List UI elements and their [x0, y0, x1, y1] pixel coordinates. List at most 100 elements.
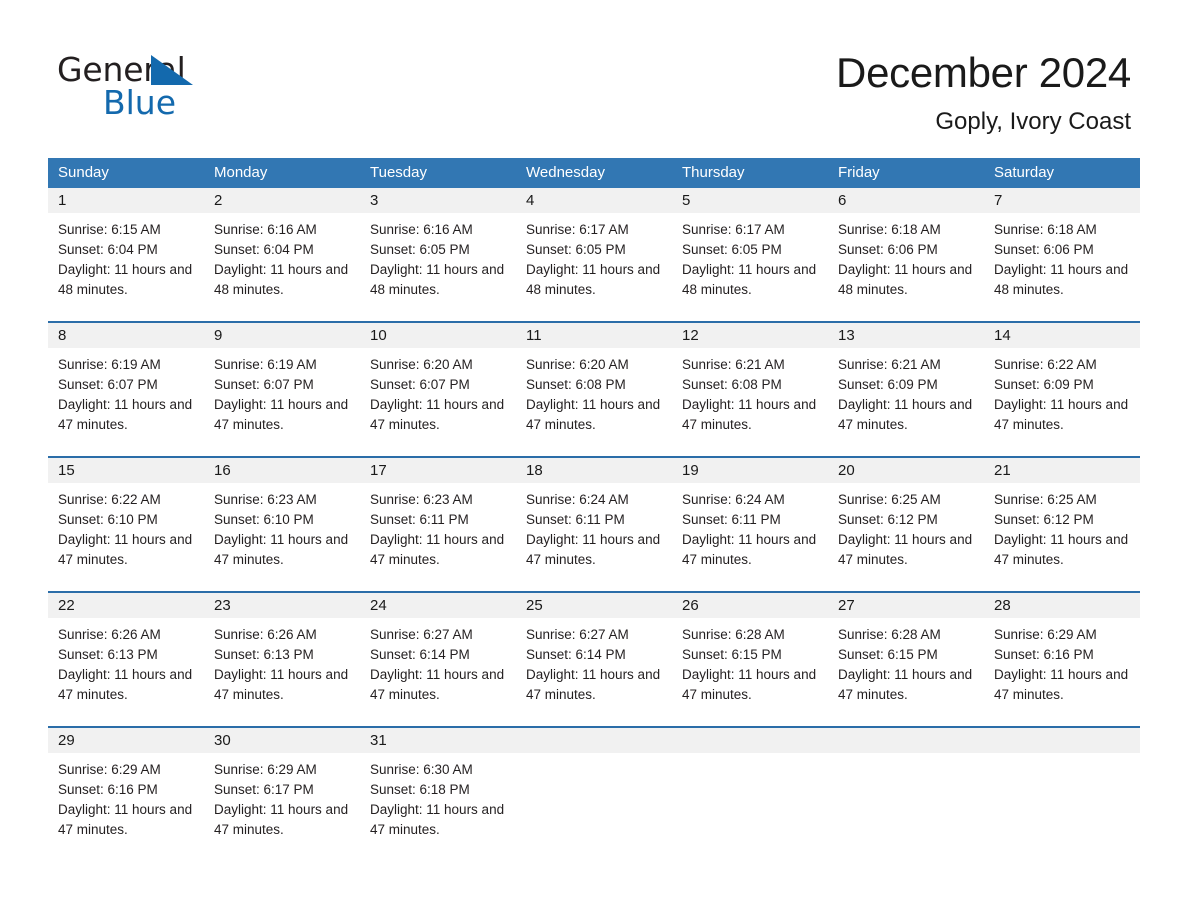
day-cell[interactable]: 19 Sunrise: 6:24 AM Sunset: 6:11 PM Dayl… [672, 458, 828, 591]
weekday-header-friday: Friday [838, 164, 880, 181]
day-number-band [672, 728, 828, 753]
day-cell[interactable]: 14 Sunrise: 6:22 AM Sunset: 6:09 PM Dayl… [984, 323, 1140, 456]
day-details: Sunrise: 6:16 AM Sunset: 6:04 PM Dayligh… [204, 213, 360, 300]
sunset-text: Sunset: 6:17 PM [214, 782, 314, 797]
sunrise-text: Sunrise: 6:20 AM [526, 357, 629, 372]
day-cell[interactable]: 4 Sunrise: 6:17 AM Sunset: 6:05 PM Dayli… [516, 188, 672, 321]
daylight-text: Daylight: 11 hours and 47 minutes. [58, 802, 193, 837]
sunrise-text: Sunrise: 6:29 AM [994, 627, 1097, 642]
day-details: Sunrise: 6:23 AM Sunset: 6:10 PM Dayligh… [204, 483, 360, 570]
weekday-header-row: Sunday Monday Tuesday Wednesday Thursday… [48, 158, 1140, 188]
daylight-text: Daylight: 11 hours and 47 minutes. [682, 532, 817, 567]
day-number: 28 [994, 597, 1011, 614]
daylight-text: Daylight: 11 hours and 47 minutes. [838, 397, 973, 432]
day-number: 12 [682, 327, 699, 344]
sunset-text: Sunset: 6:07 PM [58, 377, 158, 392]
day-cell[interactable]: 11 Sunrise: 6:20 AM Sunset: 6:08 PM Dayl… [516, 323, 672, 456]
sunrise-text: Sunrise: 6:27 AM [370, 627, 473, 642]
day-number-band: 23 [204, 593, 360, 618]
day-number-band: 2 [204, 188, 360, 213]
sunrise-text: Sunrise: 6:25 AM [994, 492, 1097, 507]
day-number: 5 [682, 192, 691, 209]
day-cell[interactable]: 17 Sunrise: 6:23 AM Sunset: 6:11 PM Dayl… [360, 458, 516, 591]
day-cell[interactable]: 28 Sunrise: 6:29 AM Sunset: 6:16 PM Dayl… [984, 593, 1140, 726]
sunset-text: Sunset: 6:08 PM [682, 377, 782, 392]
day-details: Sunrise: 6:29 AM Sunset: 6:16 PM Dayligh… [48, 753, 204, 840]
day-cell[interactable]: 6 Sunrise: 6:18 AM Sunset: 6:06 PM Dayli… [828, 188, 984, 321]
logo-text-blue: Blue [103, 83, 177, 122]
day-cell[interactable]: 15 Sunrise: 6:22 AM Sunset: 6:10 PM Dayl… [48, 458, 204, 591]
daylight-text: Daylight: 11 hours and 47 minutes. [994, 667, 1129, 702]
daylight-text: Daylight: 11 hours and 47 minutes. [370, 667, 505, 702]
day-cell[interactable]: 20 Sunrise: 6:25 AM Sunset: 6:12 PM Dayl… [828, 458, 984, 591]
day-cell[interactable]: 26 Sunrise: 6:28 AM Sunset: 6:15 PM Dayl… [672, 593, 828, 726]
day-cell[interactable]: 9 Sunrise: 6:19 AM Sunset: 6:07 PM Dayli… [204, 323, 360, 456]
day-number-band: 4 [516, 188, 672, 213]
daylight-text: Daylight: 11 hours and 48 minutes. [994, 262, 1129, 297]
day-number-band: 13 [828, 323, 984, 348]
daylight-text: Daylight: 11 hours and 47 minutes. [838, 532, 973, 567]
general-blue-logo[interactable]: General Blue [57, 52, 357, 122]
day-number: 17 [370, 462, 387, 479]
day-number-band: 19 [672, 458, 828, 483]
daylight-text: Daylight: 11 hours and 48 minutes. [58, 262, 193, 297]
day-number-band: 3 [360, 188, 516, 213]
sunrise-text: Sunrise: 6:21 AM [838, 357, 941, 372]
sunrise-text: Sunrise: 6:17 AM [526, 222, 629, 237]
day-cell[interactable]: 18 Sunrise: 6:24 AM Sunset: 6:11 PM Dayl… [516, 458, 672, 591]
day-cell[interactable]: 31 Sunrise: 6:30 AM Sunset: 6:18 PM Dayl… [360, 728, 516, 856]
day-cell[interactable]: 16 Sunrise: 6:23 AM Sunset: 6:10 PM Dayl… [204, 458, 360, 591]
weekday-header-sunday: Sunday [58, 164, 109, 181]
sunset-text: Sunset: 6:09 PM [994, 377, 1094, 392]
day-cell-empty [516, 728, 672, 856]
day-cell[interactable]: 8 Sunrise: 6:19 AM Sunset: 6:07 PM Dayli… [48, 323, 204, 456]
day-number-band: 21 [984, 458, 1140, 483]
sunset-text: Sunset: 6:04 PM [58, 242, 158, 257]
day-number: 18 [526, 462, 543, 479]
day-number: 31 [370, 732, 387, 749]
day-details: Sunrise: 6:17 AM Sunset: 6:05 PM Dayligh… [516, 213, 672, 300]
day-cell[interactable]: 24 Sunrise: 6:27 AM Sunset: 6:14 PM Dayl… [360, 593, 516, 726]
daylight-text: Daylight: 11 hours and 47 minutes. [526, 667, 661, 702]
day-cell[interactable]: 27 Sunrise: 6:28 AM Sunset: 6:15 PM Dayl… [828, 593, 984, 726]
sunset-text: Sunset: 6:05 PM [682, 242, 782, 257]
day-number-band: 8 [48, 323, 204, 348]
day-cell[interactable]: 21 Sunrise: 6:25 AM Sunset: 6:12 PM Dayl… [984, 458, 1140, 591]
day-cell[interactable]: 13 Sunrise: 6:21 AM Sunset: 6:09 PM Dayl… [828, 323, 984, 456]
day-cell[interactable]: 25 Sunrise: 6:27 AM Sunset: 6:14 PM Dayl… [516, 593, 672, 726]
sunset-text: Sunset: 6:12 PM [838, 512, 938, 527]
day-number: 24 [370, 597, 387, 614]
week-row: 1 Sunrise: 6:15 AM Sunset: 6:04 PM Dayli… [48, 188, 1140, 321]
day-cell[interactable]: 3 Sunrise: 6:16 AM Sunset: 6:05 PM Dayli… [360, 188, 516, 321]
sunrise-text: Sunrise: 6:23 AM [214, 492, 317, 507]
sunrise-text: Sunrise: 6:19 AM [58, 357, 161, 372]
daylight-text: Daylight: 11 hours and 47 minutes. [682, 667, 817, 702]
day-cell[interactable]: 2 Sunrise: 6:16 AM Sunset: 6:04 PM Dayli… [204, 188, 360, 321]
week-row: 29 Sunrise: 6:29 AM Sunset: 6:16 PM Dayl… [48, 726, 1140, 856]
day-cell[interactable]: 10 Sunrise: 6:20 AM Sunset: 6:07 PM Dayl… [360, 323, 516, 456]
sunrise-text: Sunrise: 6:27 AM [526, 627, 629, 642]
day-details: Sunrise: 6:17 AM Sunset: 6:05 PM Dayligh… [672, 213, 828, 300]
day-cell[interactable]: 22 Sunrise: 6:26 AM Sunset: 6:13 PM Dayl… [48, 593, 204, 726]
day-cell[interactable]: 30 Sunrise: 6:29 AM Sunset: 6:17 PM Dayl… [204, 728, 360, 856]
day-cell[interactable]: 29 Sunrise: 6:29 AM Sunset: 6:16 PM Dayl… [48, 728, 204, 856]
day-cell[interactable]: 23 Sunrise: 6:26 AM Sunset: 6:13 PM Dayl… [204, 593, 360, 726]
day-cell[interactable]: 7 Sunrise: 6:18 AM Sunset: 6:06 PM Dayli… [984, 188, 1140, 321]
page-title: December 2024 [836, 49, 1131, 96]
day-number-band: 7 [984, 188, 1140, 213]
sunrise-text: Sunrise: 6:21 AM [682, 357, 785, 372]
day-cell[interactable]: 5 Sunrise: 6:17 AM Sunset: 6:05 PM Dayli… [672, 188, 828, 321]
daylight-text: Daylight: 11 hours and 47 minutes. [58, 667, 193, 702]
daylight-text: Daylight: 11 hours and 47 minutes. [370, 532, 505, 567]
day-details: Sunrise: 6:16 AM Sunset: 6:05 PM Dayligh… [360, 213, 516, 300]
daylight-text: Daylight: 11 hours and 47 minutes. [838, 667, 973, 702]
day-details: Sunrise: 6:27 AM Sunset: 6:14 PM Dayligh… [516, 618, 672, 705]
day-cell[interactable]: 12 Sunrise: 6:21 AM Sunset: 6:08 PM Dayl… [672, 323, 828, 456]
day-number: 19 [682, 462, 699, 479]
day-details: Sunrise: 6:18 AM Sunset: 6:06 PM Dayligh… [984, 213, 1140, 300]
sunrise-text: Sunrise: 6:18 AM [994, 222, 1097, 237]
day-cell[interactable]: 1 Sunrise: 6:15 AM Sunset: 6:04 PM Dayli… [48, 188, 204, 321]
day-number-band: 16 [204, 458, 360, 483]
sunrise-text: Sunrise: 6:18 AM [838, 222, 941, 237]
sunrise-text: Sunrise: 6:22 AM [994, 357, 1097, 372]
